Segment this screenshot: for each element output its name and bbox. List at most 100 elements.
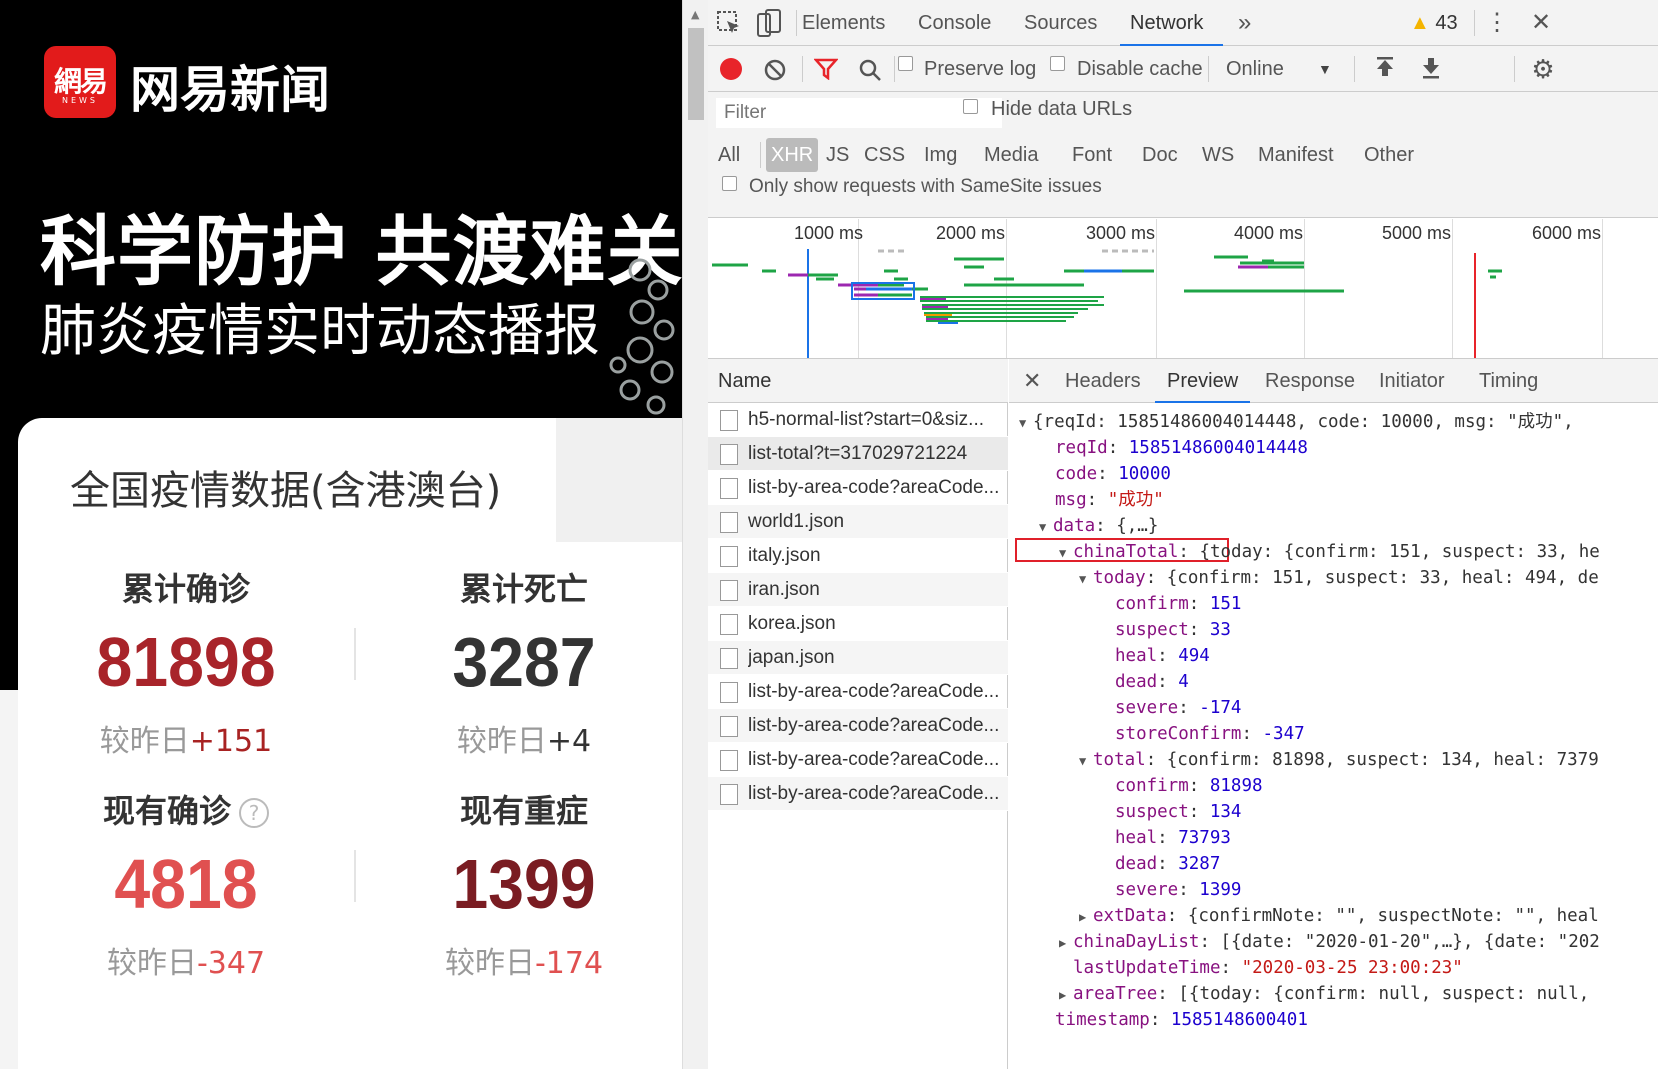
file-icon xyxy=(720,478,738,499)
json-node-data[interactable]: ▼ data: {,…} xyxy=(1039,513,1158,539)
filter-type-other[interactable]: Other xyxy=(1364,138,1414,172)
request-name: list-by-area-code?areaCode... xyxy=(748,477,1000,498)
tab-timing[interactable]: Timing xyxy=(1479,359,1538,403)
request-row[interactable]: list-by-area-code?areaCode... xyxy=(708,675,1008,709)
filter-input[interactable] xyxy=(716,98,1002,128)
request-name: list-total?t=317029721224 xyxy=(748,443,968,464)
tab-initiator[interactable]: Initiator xyxy=(1379,359,1445,403)
json-node-chinadaylist[interactable]: ▶ chinaDayList: [{date: "2020-01-20",…}, … xyxy=(1059,929,1600,955)
record-button-icon[interactable] xyxy=(720,58,742,80)
tab-sources[interactable]: Sources xyxy=(1024,0,1097,46)
filter-type-doc[interactable]: Doc xyxy=(1142,138,1178,172)
network-timeline-overview[interactable]: 1000 ms 2000 ms 3000 ms 4000 ms 5000 ms … xyxy=(708,219,1658,359)
json-line: reqId: 15851486004014448 xyxy=(1055,438,1308,458)
detail-tab-bar: ✕ Headers Preview Response Initiator Tim… xyxy=(1009,359,1658,403)
warnings-badge[interactable]: ▲ 43 xyxy=(1410,0,1458,46)
json-root-line[interactable]: ▼ {reqId: 15851486004014448, code: 10000,… xyxy=(1019,409,1574,435)
json-node-total[interactable]: ▼ total: {confirm: 81898, suspect: 134, h… xyxy=(1079,747,1599,773)
card-title: 全国疫情数据(含港澳台) xyxy=(70,468,502,514)
stat-label: 累计确诊 xyxy=(121,570,250,608)
filter-type-ws[interactable]: WS xyxy=(1202,138,1234,172)
tab-elements[interactable]: Elements xyxy=(802,0,885,46)
import-har-icon[interactable] xyxy=(1374,56,1396,80)
hide-data-urls-checkbox[interactable] xyxy=(963,99,978,114)
request-row[interactable]: iran.json xyxy=(708,573,1008,607)
device-toolbar-icon[interactable] xyxy=(756,8,782,38)
toolbar-divider xyxy=(1208,56,1209,82)
throttling-select[interactable]: Online xyxy=(1226,46,1284,92)
toolbar-divider xyxy=(1514,56,1515,82)
column-header-name[interactable]: Name xyxy=(708,359,1008,403)
json-line: heal: 73793 xyxy=(1115,828,1231,848)
tab-preview[interactable]: Preview xyxy=(1154,359,1251,403)
warning-icon: ▲ xyxy=(1410,12,1430,34)
filter-type-css[interactable]: CSS xyxy=(864,138,905,172)
json-node-areatree[interactable]: ▶ areaTree: [{today: {confirm: null, susp… xyxy=(1059,981,1589,1007)
json-node-today[interactable]: ▼ today: {confirm: 151, suspect: 33, heal… xyxy=(1079,565,1599,591)
scrollbar-thumb[interactable] xyxy=(688,28,704,120)
close-detail-icon[interactable]: ✕ xyxy=(1023,359,1041,403)
logo-sub-text: NEWS xyxy=(61,96,99,105)
request-row[interactable]: list-by-area-code?areaCode... xyxy=(708,709,1008,743)
export-har-icon[interactable] xyxy=(1420,56,1442,80)
request-row-selected[interactable]: list-total?t=317029721224 xyxy=(708,437,1008,471)
help-icon[interactable]: ? xyxy=(239,798,269,828)
tab-network[interactable]: Network xyxy=(1119,0,1224,46)
inspect-element-icon[interactable] xyxy=(716,10,742,36)
filter-icon[interactable] xyxy=(814,58,838,80)
netease-news-logo[interactable]: 網易 NEWS xyxy=(44,46,116,118)
filter-type-js[interactable]: JS xyxy=(826,138,849,172)
request-row[interactable]: korea.json xyxy=(708,607,1008,641)
filter-type-font[interactable]: Font xyxy=(1072,138,1112,172)
filter-type-xhr[interactable]: XHR xyxy=(766,138,819,172)
json-line: dead: 4 xyxy=(1115,672,1189,692)
json-node-extdata[interactable]: ▶ extData: {confirmNote: "", suspectNote:… xyxy=(1079,903,1599,929)
close-devtools-icon[interactable]: ✕ xyxy=(1528,0,1554,46)
filter-type-all[interactable]: All xyxy=(718,138,740,172)
filter-type-media[interactable]: Media xyxy=(984,138,1038,172)
hide-data-urls-label: Hide data URLs xyxy=(991,98,1133,120)
toolbar-divider xyxy=(1354,56,1355,82)
request-row[interactable]: list-by-area-code?areaCode... xyxy=(708,471,1008,505)
disable-cache-checkbox[interactable] xyxy=(1050,56,1065,71)
toolbar-divider xyxy=(796,10,797,36)
file-icon xyxy=(720,580,738,601)
json-line: confirm: 151 xyxy=(1115,594,1242,614)
json-node-chinatotal[interactable]: ▼ chinaTotal: {today: {confirm: 151, susp… xyxy=(1059,539,1600,565)
stat-divider xyxy=(354,628,356,680)
request-row[interactable]: list-by-area-code?areaCode... xyxy=(708,743,1008,777)
kebab-menu-icon[interactable]: ⋮ xyxy=(1484,0,1510,46)
clear-icon[interactable] xyxy=(764,59,786,81)
samesite-checkbox[interactable] xyxy=(722,176,737,191)
toolbar-divider xyxy=(894,56,895,82)
tab-console[interactable]: Console xyxy=(918,0,991,46)
json-line: code: 10000 xyxy=(1055,464,1171,484)
request-row[interactable]: h5-normal-list?start=0&siz... xyxy=(708,403,1008,437)
request-row[interactable]: italy.json xyxy=(708,539,1008,573)
expanded-triangle-icon: ▼ xyxy=(1019,416,1027,430)
file-icon xyxy=(720,614,738,635)
stat-total-deaths: 累计死亡 3287 较昨日+4 xyxy=(374,564,674,760)
tab-headers[interactable]: Headers xyxy=(1065,359,1141,403)
gear-icon[interactable]: ⚙ xyxy=(1528,46,1558,92)
search-icon[interactable] xyxy=(858,58,882,82)
tab-response[interactable]: Response xyxy=(1265,359,1355,403)
request-row[interactable]: list-by-area-code?areaCode... xyxy=(708,777,1008,811)
stat-compare: 较昨日-347 xyxy=(106,946,266,981)
file-icon xyxy=(720,444,738,465)
more-tabs-icon[interactable]: » xyxy=(1238,0,1251,46)
expanded-triangle-icon: ▼ xyxy=(1079,754,1087,768)
page-scrollbar[interactable]: ▲ xyxy=(682,0,708,1069)
filter-type-img[interactable]: Img xyxy=(924,138,957,172)
scroll-up-icon[interactable]: ▲ xyxy=(691,8,699,21)
file-icon xyxy=(720,716,738,737)
file-icon xyxy=(720,784,738,805)
file-icon xyxy=(720,648,738,669)
chevron-down-icon[interactable]: ▼ xyxy=(1318,46,1332,92)
preserve-log-checkbox[interactable] xyxy=(898,56,913,71)
filter-type-manifest[interactable]: Manifest xyxy=(1258,138,1334,172)
request-row[interactable]: world1.json xyxy=(708,505,1008,539)
request-row[interactable]: japan.json xyxy=(708,641,1008,675)
request-detail-pane: ✕ Headers Preview Response Initiator Tim… xyxy=(1009,359,1658,1069)
request-name: list-by-area-code?areaCode... xyxy=(748,715,1000,736)
